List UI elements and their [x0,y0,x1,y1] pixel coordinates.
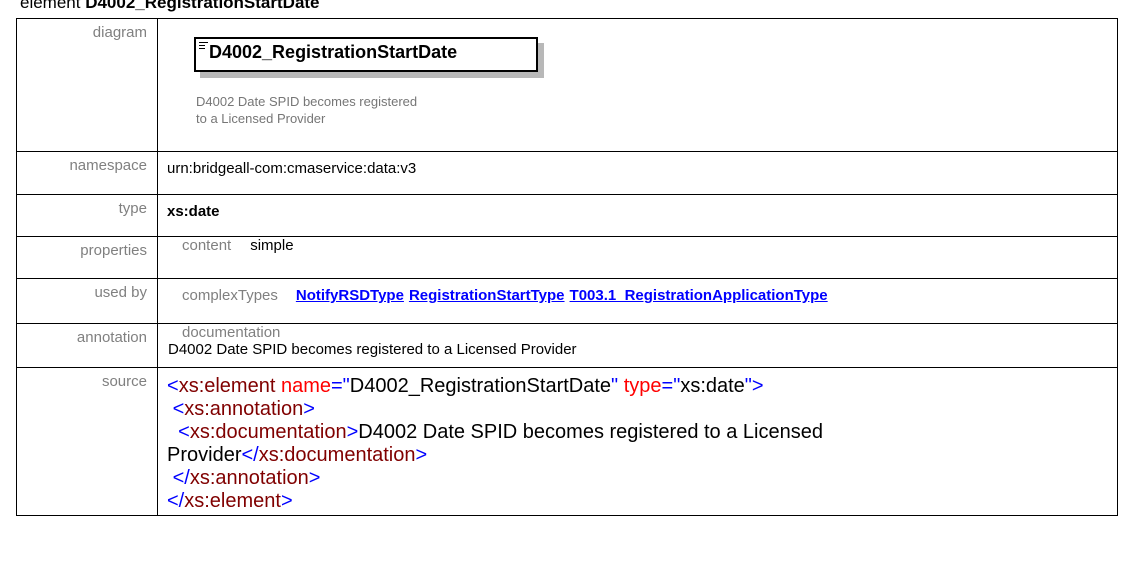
diagram-doc-line-1: D4002 Date SPID becomes registered [196,94,418,109]
page-title: element D4002_RegistrationStartDate [20,0,320,13]
properties-value-text: simple [250,237,294,254]
annotation-text: D4002 Date SPID becomes registered to a … [168,341,577,358]
source-code: <xs:element name="D4002_RegistrationStar… [158,368,1117,513]
source-line-5: </xs:annotation> [172,467,321,489]
element-box-name: D4002_RegistrationStartDate [209,42,458,62]
link-t003-registrationapplicationtype[interactable]: T003.1_RegistrationApplicationType [570,287,828,304]
element-box[interactable]: D4002_RegistrationStartDate [194,37,538,72]
source-line-1: <xs:element name="D4002_RegistrationStar… [167,375,764,397]
row-type: type xs:date [16,194,1118,237]
diagram-doc-line-2: to a Licensed Provider [196,111,326,126]
properties-value: content simple [158,237,1117,254]
row-annotation: annotation documentation D4002 Date SPID … [16,323,1118,368]
source-line-2: <xs:annotation> [172,398,315,420]
row-properties: properties content simple [16,236,1118,279]
row-diagram: diagram D4002_RegistrationStartDate D400… [16,18,1118,152]
used-by-key: complexTypes [182,287,278,304]
element-doc-table: diagram D4002_RegistrationStartDate D400… [16,18,1118,516]
row-used-by: used by complexTypes NotifyRSDType Registr… [16,278,1118,324]
label-diagram: diagram [16,18,158,152]
source-line-4: Provider</xs:documentation> [167,444,428,466]
source-line-3: <xs:documentation>D4002 Date SPID become… [178,421,823,443]
annotation-key: documentation [182,324,281,341]
label-used-by: used by [16,278,158,324]
diagram-documentation: D4002 Date SPID becomes registered to a … [196,93,417,127]
source-line-6: </xs:element> [167,490,293,512]
element-lines-icon [199,42,208,51]
namespace-value: urn:bridgeall-com:cmaservice:data:v3 [167,160,417,177]
properties-key: content [182,237,232,254]
label-properties: properties [16,236,158,279]
used-by-value: complexTypes NotifyRSDType RegistrationSta… [158,279,1117,304]
row-source: source <xs:element name="D4002_Registrat… [16,367,1118,516]
type-value: xs:date [167,203,220,220]
link-notifyrsdtype[interactable]: NotifyRSDType [296,287,404,304]
title-element-name: D4002_RegistrationStartDate [85,0,320,12]
label-namespace: namespace [16,151,158,195]
element-diagram: D4002_RegistrationStartDate D4002 Date S… [158,19,1117,151]
row-namespace: namespace urn:bridgeall-com:cmaservice:d… [16,151,1118,195]
label-source: source [16,367,158,516]
link-registrationstarttype[interactable]: RegistrationStartType [409,287,565,304]
title-prefix: element [20,0,86,12]
label-type: type [16,194,158,237]
label-annotation: annotation [16,323,158,368]
annotation-value: documentation D4002 Date SPID becomes reg… [158,324,1117,358]
